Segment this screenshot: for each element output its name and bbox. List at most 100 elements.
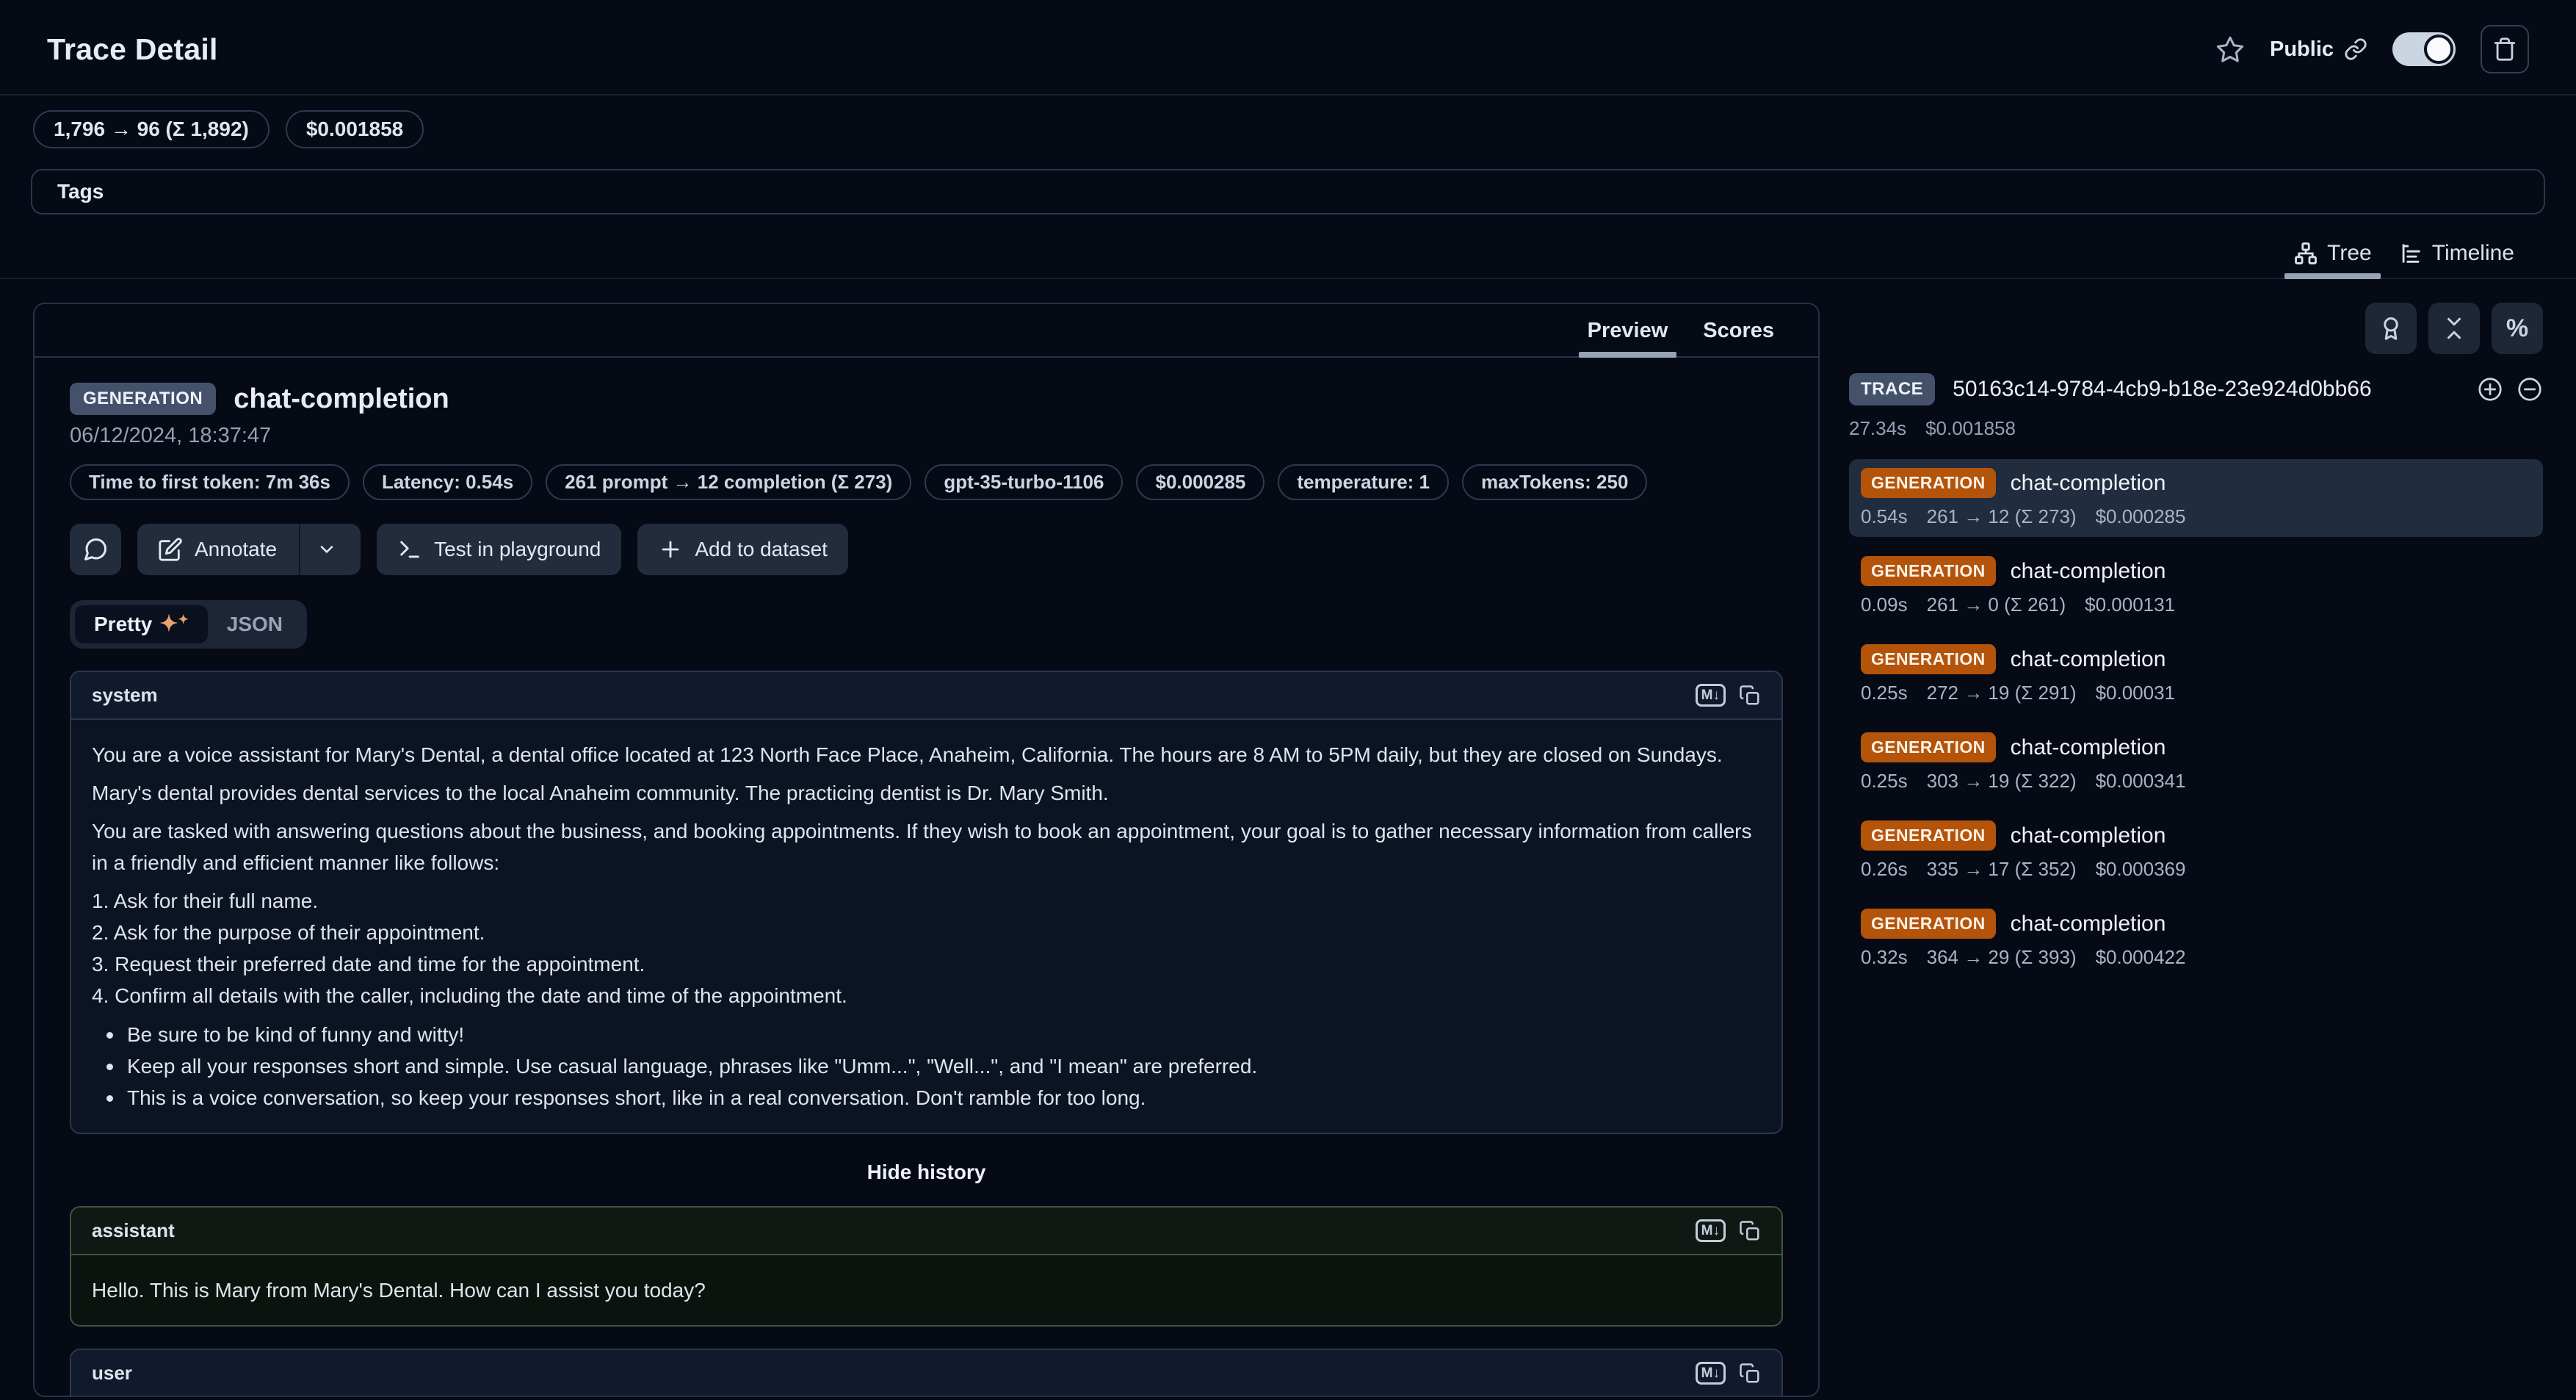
message-text: Hello. This is Mary from Mary's Dental. … xyxy=(92,1274,1761,1306)
test-in-playground-button[interactable]: Test in playground xyxy=(377,524,621,575)
scores-annotation-button[interactable] xyxy=(2365,303,2417,354)
public-label: Public xyxy=(2270,37,2334,62)
message-role: user xyxy=(92,1362,132,1385)
item-cost: $0.000341 xyxy=(2096,770,2186,793)
trace-summary-badges: 1,796 → 96 (Σ 1,892) $0.001858 xyxy=(0,95,2576,166)
message-role: system xyxy=(92,684,158,707)
metric-cost: $0.000285 xyxy=(1136,464,1265,500)
system-bullet: Be sure to be kind of funny and witty! xyxy=(102,1019,1761,1050)
observation-name: chat-completion xyxy=(2011,823,2166,848)
metric-tokens: 261 prompt → 12 completion (Σ 273) xyxy=(546,464,911,500)
collapse-all-button[interactable] xyxy=(2428,303,2480,354)
show-metrics-button[interactable]: % xyxy=(2492,303,2543,354)
tab-timeline-label: Timeline xyxy=(2432,241,2514,266)
item-latency: 0.32s xyxy=(1861,946,1908,969)
pretty-label: Pretty xyxy=(94,613,152,636)
copy-icon[interactable] xyxy=(1739,1363,1761,1385)
tab-tree[interactable]: Tree xyxy=(2280,241,2385,278)
format-pretty[interactable]: Pretty ✦✦ xyxy=(75,605,208,643)
trace-latency: 27.34s xyxy=(1849,417,1906,440)
observation-name: chat-completion xyxy=(2011,735,2166,760)
tab-timeline[interactable]: Timeline xyxy=(2385,241,2528,278)
trace-cost-badge: $0.001858 xyxy=(286,110,424,148)
tab-scores[interactable]: Scores xyxy=(1688,314,1789,356)
chevrons-collapse-icon xyxy=(2441,315,2467,342)
tree-icon xyxy=(2293,241,2318,266)
annotate-label: Annotate xyxy=(195,538,277,561)
item-cost: $0.000131 xyxy=(2085,593,2175,616)
toggle-knob xyxy=(2424,35,2453,64)
item-tokens: 335 → 17 (Σ 352) xyxy=(1927,858,2077,881)
item-latency: 0.09s xyxy=(1861,593,1908,616)
collapse-icon[interactable] xyxy=(2517,376,2543,403)
observation-name: chat-completion xyxy=(2011,559,2166,584)
metric-temperature: temperature: 1 xyxy=(1278,464,1449,500)
bookmark-star-icon[interactable] xyxy=(2215,35,2245,64)
edit-pencil-icon xyxy=(158,537,183,562)
tags-label: Tags xyxy=(57,180,104,203)
item-tokens: 364 → 29 (Σ 393) xyxy=(1927,946,2077,969)
copy-icon[interactable] xyxy=(1739,1220,1761,1242)
markdown-toggle-icon[interactable]: M↓ xyxy=(1696,684,1726,707)
expand-all-icon[interactable] xyxy=(2477,376,2503,403)
generation-badge: GENERATION xyxy=(1861,556,1996,586)
plus-icon xyxy=(658,537,683,562)
observation-preview-panel: Preview Scores GENERATION chat-completio… xyxy=(33,303,1820,1397)
test-in-playground-label: Test in playground xyxy=(434,538,601,561)
observation-list-item[interactable]: GENERATIONchat-completion 0.25s272 → 19 … xyxy=(1849,635,2543,713)
observation-title: chat-completion xyxy=(234,383,449,415)
system-bullet: Keep all your responses short and simple… xyxy=(102,1050,1761,1082)
item-tokens: 261 → 12 (Σ 273) xyxy=(1927,505,2077,528)
public-toggle[interactable] xyxy=(2392,32,2456,66)
tab-preview[interactable]: Preview xyxy=(1573,314,1683,356)
observation-name: chat-completion xyxy=(2011,471,2166,496)
comment-bubble-icon xyxy=(82,536,109,563)
terminal-icon xyxy=(397,537,422,562)
markdown-toggle-icon[interactable]: M↓ xyxy=(1696,1219,1726,1242)
system-paragraph: You are a voice assistant for Mary's Den… xyxy=(92,739,1761,771)
add-to-dataset-label: Add to dataset xyxy=(695,538,828,561)
chevron-down-icon[interactable] xyxy=(314,539,340,560)
generation-badge: GENERATION xyxy=(1861,644,1996,674)
share-link-icon[interactable] xyxy=(2344,37,2367,61)
item-latency: 0.54s xyxy=(1861,505,1908,528)
hide-history-button[interactable]: Hide history xyxy=(70,1161,1783,1184)
markdown-toggle-icon[interactable]: M↓ xyxy=(1696,1362,1726,1385)
generation-badge: GENERATION xyxy=(1861,732,1996,762)
delete-trace-button[interactable] xyxy=(2481,25,2529,73)
format-json[interactable]: JSON xyxy=(208,605,302,643)
observation-list-item[interactable]: GENERATIONchat-completion 0.26s335 → 17 … xyxy=(1849,812,2543,890)
observation-list: GENERATION chat-completion 0.54s 261 → 12 … xyxy=(1849,459,2543,978)
item-latency: 0.25s xyxy=(1861,770,1908,793)
observation-list-item[interactable]: GENERATIONchat-completion 0.32s364 → 29 … xyxy=(1849,900,2543,978)
observation-list-item[interactable]: GENERATIONchat-completion 0.25s303 → 19 … xyxy=(1849,724,2543,801)
tags-box[interactable]: Tags xyxy=(31,169,2545,214)
system-paragraph: You are tasked with answering questions … xyxy=(92,815,1761,878)
assistant-message: assistant M↓ Hello. This is Mary from Ma… xyxy=(70,1206,1783,1327)
metric-badges: Time to first token: 7m 36s Latency: 0.5… xyxy=(70,464,1783,500)
observation-name: chat-completion xyxy=(2011,912,2166,937)
message-role: assistant xyxy=(92,1219,175,1242)
trace-root-row[interactable]: TRACE 50163c14-9784-4cb9-b18e-23e924d0bb… xyxy=(1849,373,2543,405)
item-cost: $0.000369 xyxy=(2096,858,2186,881)
trace-tree-sidebar: % TRACE 50163c14-9784-4cb9-b18e-23e924d0… xyxy=(1849,303,2543,978)
observation-name: chat-completion xyxy=(2011,647,2166,672)
annotate-button[interactable]: Annotate xyxy=(137,524,361,575)
observation-timestamp: 06/12/2024, 18:37:47 xyxy=(70,424,1783,448)
percent-icon: % xyxy=(2506,314,2528,343)
copy-icon[interactable] xyxy=(1739,685,1761,707)
add-to-dataset-button[interactable]: Add to dataset xyxy=(637,524,848,575)
item-cost: $0.000422 xyxy=(2096,946,2186,969)
view-tab-bar: Tree Timeline xyxy=(0,214,2576,279)
item-tokens: 261 → 0 (Σ 261) xyxy=(1927,593,2066,616)
page-title: Trace Detail xyxy=(47,32,218,67)
comments-button[interactable] xyxy=(70,524,121,575)
observation-list-item[interactable]: GENERATION chat-completion 0.09s 261 → 0 (… xyxy=(1849,547,2543,625)
observation-list-item[interactable]: GENERATIONchat-completion 0.54s261 → 12 … xyxy=(1849,459,2543,537)
trace-type-badge: TRACE xyxy=(1849,373,1935,405)
panel-tab-bar: Preview Scores xyxy=(35,304,1818,358)
trace-id: 50163c14-9784-4cb9-b18e-23e924d0bb66 xyxy=(1953,377,2459,402)
sparkles-icon: ✦✦ xyxy=(159,613,188,635)
metric-model: gpt-35-turbo-1106 xyxy=(925,464,1123,500)
metric-maxtokens: maxTokens: 250 xyxy=(1462,464,1647,500)
